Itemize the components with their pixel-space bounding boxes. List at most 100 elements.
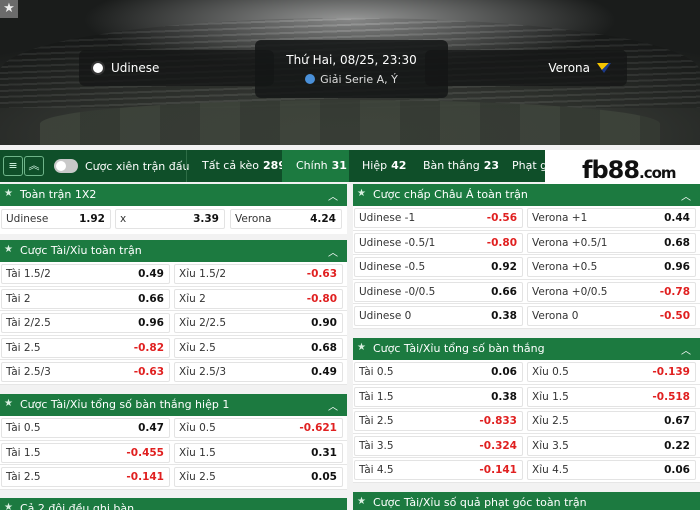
odds-label: Xỉu 1.5	[179, 446, 216, 459]
star-icon[interactable]: ★	[4, 502, 13, 510]
odds-cell-right[interactable]: Xỉu 2/2.5 0.90	[174, 313, 343, 333]
odds-cell-left[interactable]: Tài 1.5/2 0.49	[1, 264, 170, 284]
panel-header[interactable]: ★ Cược chấp Châu Á toàn trận ︿	[353, 184, 700, 206]
odds-value: 0.31	[311, 446, 337, 459]
odds-cell-left[interactable]: Udinese -0/0.5 0.66	[354, 281, 523, 302]
odds-row: Udinese -0.5 0.92 Verona +0.5 0.96	[353, 255, 700, 280]
odds-cell-left[interactable]: Tài 0.5 0.47	[1, 418, 170, 438]
away-team-name: Verona	[548, 61, 590, 75]
star-icon[interactable]: ★	[4, 398, 13, 409]
panel-header[interactable]: ★ Cược Tài/Xỉu tổng số bàn thắng ︿	[353, 338, 700, 360]
odds-cell-left[interactable]: Udinese -0.5/1 -0.80	[354, 232, 523, 253]
odds-cell-left[interactable]: Udinese -0.5 0.92	[354, 257, 523, 277]
odds-row: Tài 2.5 -0.82 Xỉu 2.5 0.68	[0, 336, 347, 360]
panel-both-teams-score: ★ Cả 2 đội đều ghi bàn	[0, 498, 347, 510]
odds-cell-left[interactable]: Tài 3.5 -0.324	[354, 435, 523, 456]
odds-label: x	[120, 213, 127, 225]
odds-cell-right[interactable]: Verona +0.5 0.96	[527, 257, 696, 277]
panel-first-half-goals-over-under: ★ Cược Tài/Xỉu tổng số bàn thắng hiệp 1 …	[0, 394, 347, 490]
panel-header[interactable]: ★ Cả 2 đội đều ghi bàn	[0, 498, 347, 510]
odds-label: Udinese -0/0.5	[359, 285, 436, 298]
odds-cell-right[interactable]: Verona 0 -0.50	[527, 306, 696, 326]
odds-cell-right[interactable]: Xỉu 2.5 0.68	[174, 337, 343, 358]
star-icon[interactable]: ★	[4, 244, 13, 255]
odds-cell-left[interactable]: Udinese 0 0.38	[354, 306, 523, 326]
odds-cell-right[interactable]: Xỉu 0.5 -0.621	[174, 418, 343, 438]
market-tabbar: ≡ ︽ Cược xiên trận đấu Tất cả kèo 289 Chí…	[0, 150, 545, 182]
odds-cell-home[interactable]: Udinese 1.92	[1, 209, 111, 229]
brand-domain: .com	[639, 164, 677, 182]
odds-cell-right[interactable]: Xỉu 2 -0.80	[174, 288, 343, 309]
tab-corners[interactable]: Phạt góc	[499, 150, 545, 182]
odds-cell-right[interactable]: Xỉu 2.5 0.05	[174, 467, 343, 487]
collapse-all-icon[interactable]: ≡	[3, 156, 23, 176]
odds-row: Tài 1.5/2 0.49 Xỉu 1.5/2 -0.63	[0, 262, 347, 287]
chevron-up-icon[interactable]: ︿	[328, 398, 338, 413]
odds-cell-left[interactable]: Tài 2 0.66	[1, 288, 170, 309]
odds-cell-left[interactable]: Tài 1.5 -0.455	[1, 442, 170, 463]
odds-label: Xỉu 0.5	[179, 422, 216, 434]
chevron-up-icon[interactable]: ︿	[328, 188, 338, 203]
home-team-box[interactable]: Udinese	[79, 50, 274, 86]
odds-cell-left[interactable]: Tài 0.5 0.06	[354, 362, 523, 382]
odds-value: -0.324	[479, 439, 517, 452]
odds-cell-left[interactable]: Tài 2.5 -0.82	[1, 337, 170, 358]
odds-cell-left[interactable]: Tài 2/2.5 0.96	[1, 313, 170, 333]
odds-cell-right[interactable]: Verona +0/0.5 -0.78	[527, 281, 696, 302]
odds-cell-right[interactable]: Verona +1 0.44	[527, 208, 696, 228]
double-chevron-up-icon[interactable]: ︽	[24, 156, 44, 176]
odds-cell-right[interactable]: Xỉu 1.5/2 -0.63	[174, 264, 343, 284]
panel-header[interactable]: ★ Toàn trận 1X2 ︿	[0, 184, 347, 206]
star-icon[interactable]: ★	[4, 188, 13, 199]
udinese-crest-icon	[91, 61, 105, 75]
odds-cell-left[interactable]: Tài 2.5/3 -0.63	[1, 362, 170, 382]
odds-rows: Udinese -1 -0.56 Verona +1 0.44 Udinese -0.5…	[353, 206, 700, 329]
odds-cell-right[interactable]: Xỉu 1.5 -0.518	[527, 386, 696, 407]
odds-label: Verona +0.5/1	[532, 236, 608, 249]
odds-cell-away[interactable]: Verona 4.24	[230, 209, 342, 229]
star-icon[interactable]: ★	[357, 342, 366, 353]
odds-cell-left[interactable]: Udinese -1 -0.56	[354, 208, 523, 228]
panel-full-over-under: ★ Cược Tài/Xỉu toàn trận ︿ Tài 1.5/2 0.49…	[0, 240, 347, 385]
favorite-star-icon[interactable]: ★	[0, 0, 18, 18]
odds-value: -0.78	[659, 285, 690, 298]
panel-header[interactable]: ★ Cược Tài/Xỉu số quả phạt góc toàn trận	[353, 492, 700, 510]
odds-cell-left[interactable]: Tài 1.5 0.38	[354, 386, 523, 407]
odds-cell-right[interactable]: Xỉu 2.5 0.67	[527, 411, 696, 431]
odds-value: 0.44	[664, 212, 690, 224]
odds-cell-right[interactable]: Xỉu 3.5 0.22	[527, 435, 696, 456]
odds-cell-left[interactable]: Tài 2.5 -0.141	[1, 467, 170, 487]
panel-header[interactable]: ★ Cược Tài/Xỉu tổng số bàn thắng hiệp 1 …	[0, 394, 347, 416]
odds-cell-right[interactable]: Xỉu 0.5 -0.139	[527, 362, 696, 382]
chevron-up-icon[interactable]: ︿	[681, 342, 691, 357]
odds-label: Verona +0.5	[532, 261, 598, 273]
odds-value: 0.90	[311, 317, 337, 329]
odds-label: Xỉu 2.5	[179, 471, 216, 483]
odds-label: Xỉu 2.5/3	[179, 366, 227, 378]
parlay-toggle[interactable]	[54, 159, 78, 173]
tab-label: Phạt góc	[512, 159, 545, 172]
tab-half[interactable]: Hiệp 42	[349, 150, 409, 182]
star-icon[interactable]: ★	[357, 496, 366, 507]
odds-cell-right[interactable]: Verona +0.5/1 0.68	[527, 232, 696, 253]
star-icon[interactable]: ★	[357, 188, 366, 199]
odds-cell-right[interactable]: Xỉu 1.5 0.31	[174, 442, 343, 463]
tab-all-markets[interactable]: Tất cả kèo 289	[187, 150, 286, 182]
tab-count: 23	[483, 159, 500, 172]
chevron-up-icon[interactable]: ︿	[681, 188, 691, 203]
odds-cell-right[interactable]: Xỉu 2.5/3 0.49	[174, 362, 343, 382]
odds-label: Tài 1.5	[359, 390, 394, 403]
away-team-box[interactable]: Verona	[425, 50, 627, 86]
tab-main[interactable]: Chính 31	[282, 150, 349, 182]
odds-cell-left[interactable]: Tài 4.5 -0.141	[354, 460, 523, 480]
odds-cell-draw[interactable]: x 3.39	[115, 209, 225, 229]
odds-row: Udinese -1 -0.56 Verona +1 0.44	[353, 206, 700, 231]
odds-cell-left[interactable]: Tài 2.5 -0.833	[354, 411, 523, 431]
tab-goals[interactable]: Bàn thắng 23	[409, 150, 499, 182]
odds-value: 0.38	[491, 310, 517, 322]
chevron-up-icon[interactable]: ︿	[328, 244, 338, 259]
odds-row: Tài 2.5 -0.833 Xỉu 2.5 0.67	[353, 409, 700, 434]
odds-cell-right[interactable]: Xỉu 4.5 0.06	[527, 460, 696, 480]
odds-value: 0.49	[311, 366, 337, 378]
panel-header[interactable]: ★ Cược Tài/Xỉu toàn trận ︿	[0, 240, 347, 262]
